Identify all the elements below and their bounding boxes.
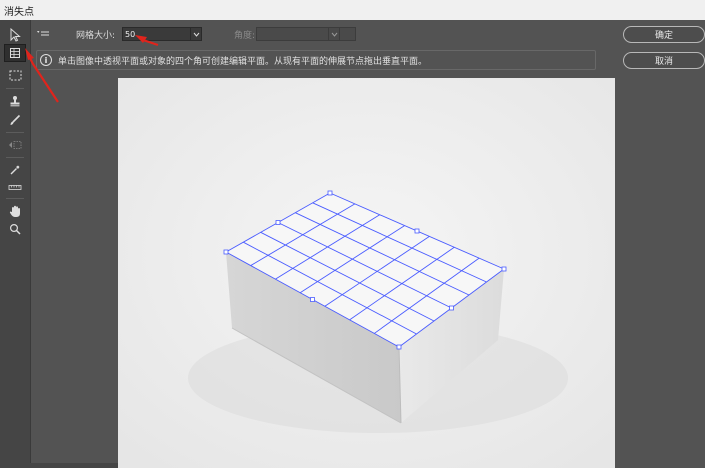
status-strip: [30, 463, 118, 468]
grid-line: [295, 212, 470, 296]
brush-icon: [10, 114, 21, 125]
hint-bar: i 单击图像中透视平面或对象的四个角可创建编辑平面。从现有平面的伸展节点拖出垂直…: [36, 50, 596, 70]
arrow-cursor-icon: [10, 28, 21, 42]
transform-tool[interactable]: [4, 136, 26, 154]
magnifier-icon: [9, 223, 21, 235]
ok-button[interactable]: 确定: [623, 26, 705, 43]
info-icon: i: [40, 54, 52, 66]
dashed-rect-icon: [9, 70, 21, 80]
stamp-icon: [10, 96, 20, 107]
ruler-icon: [8, 185, 22, 190]
plane-node-handle[interactable]: [414, 228, 420, 234]
grid-size-dropdown[interactable]: [190, 27, 202, 41]
toolbar-divider: [6, 157, 24, 158]
grid-line: [243, 241, 417, 335]
eyedropper-icon: [10, 165, 20, 175]
edit-plane-tool[interactable]: [4, 26, 26, 44]
plane-node-handle[interactable]: [449, 305, 454, 311]
tool-options-bar: 网格大小: 角度:: [30, 20, 610, 48]
angle-label: 角度:: [234, 31, 256, 41]
grid-line: [312, 202, 487, 283]
marquee-tool[interactable]: [4, 66, 26, 84]
cancel-button[interactable]: 取消: [623, 52, 705, 69]
create-plane-tool[interactable]: [4, 44, 26, 62]
hand-tool[interactable]: [4, 202, 26, 220]
toolbar-divider: [6, 198, 24, 199]
hint-text: 单击图像中透视平面或对象的四个角可创建编辑平面。从现有平面的伸展节点拖出垂直平面…: [58, 56, 428, 67]
measure-tool[interactable]: [4, 178, 26, 196]
brush-tool[interactable]: [4, 111, 26, 129]
plane-node-handle[interactable]: [310, 297, 315, 302]
grid-line: [260, 231, 435, 322]
hand-icon: [9, 205, 20, 217]
zoom-tool[interactable]: [4, 220, 26, 238]
plane-node-handle[interactable]: [501, 266, 507, 272]
grid-size-label: 网格大小:: [76, 31, 116, 41]
window-title: 消失点: [4, 6, 34, 18]
perspective-grid[interactable]: [118, 78, 615, 468]
plane-node-handle[interactable]: [275, 220, 281, 225]
toolbar-divider: [6, 132, 24, 133]
window-titlebar: 消失点: [0, 0, 705, 20]
chevron-down-icon: [193, 32, 199, 37]
grid-plane-icon: [10, 48, 20, 58]
transform-icon: [9, 141, 22, 149]
panel-menu-icon[interactable]: [36, 28, 50, 40]
right-panel: 确定 取消: [615, 20, 705, 468]
tool-palette: [0, 20, 31, 468]
angle-dropdown: [328, 27, 340, 41]
plane-node-handle[interactable]: [327, 190, 333, 196]
plane-node-handle[interactable]: [223, 249, 229, 255]
chevron-down-icon: [331, 32, 337, 37]
toolbar-divider: [6, 88, 24, 89]
eyedropper-tool[interactable]: [4, 161, 26, 179]
angle-input: [256, 27, 356, 41]
plane-node-handle[interactable]: [396, 344, 402, 350]
image-canvas[interactable]: [118, 78, 615, 468]
stamp-tool[interactable]: [4, 92, 26, 110]
